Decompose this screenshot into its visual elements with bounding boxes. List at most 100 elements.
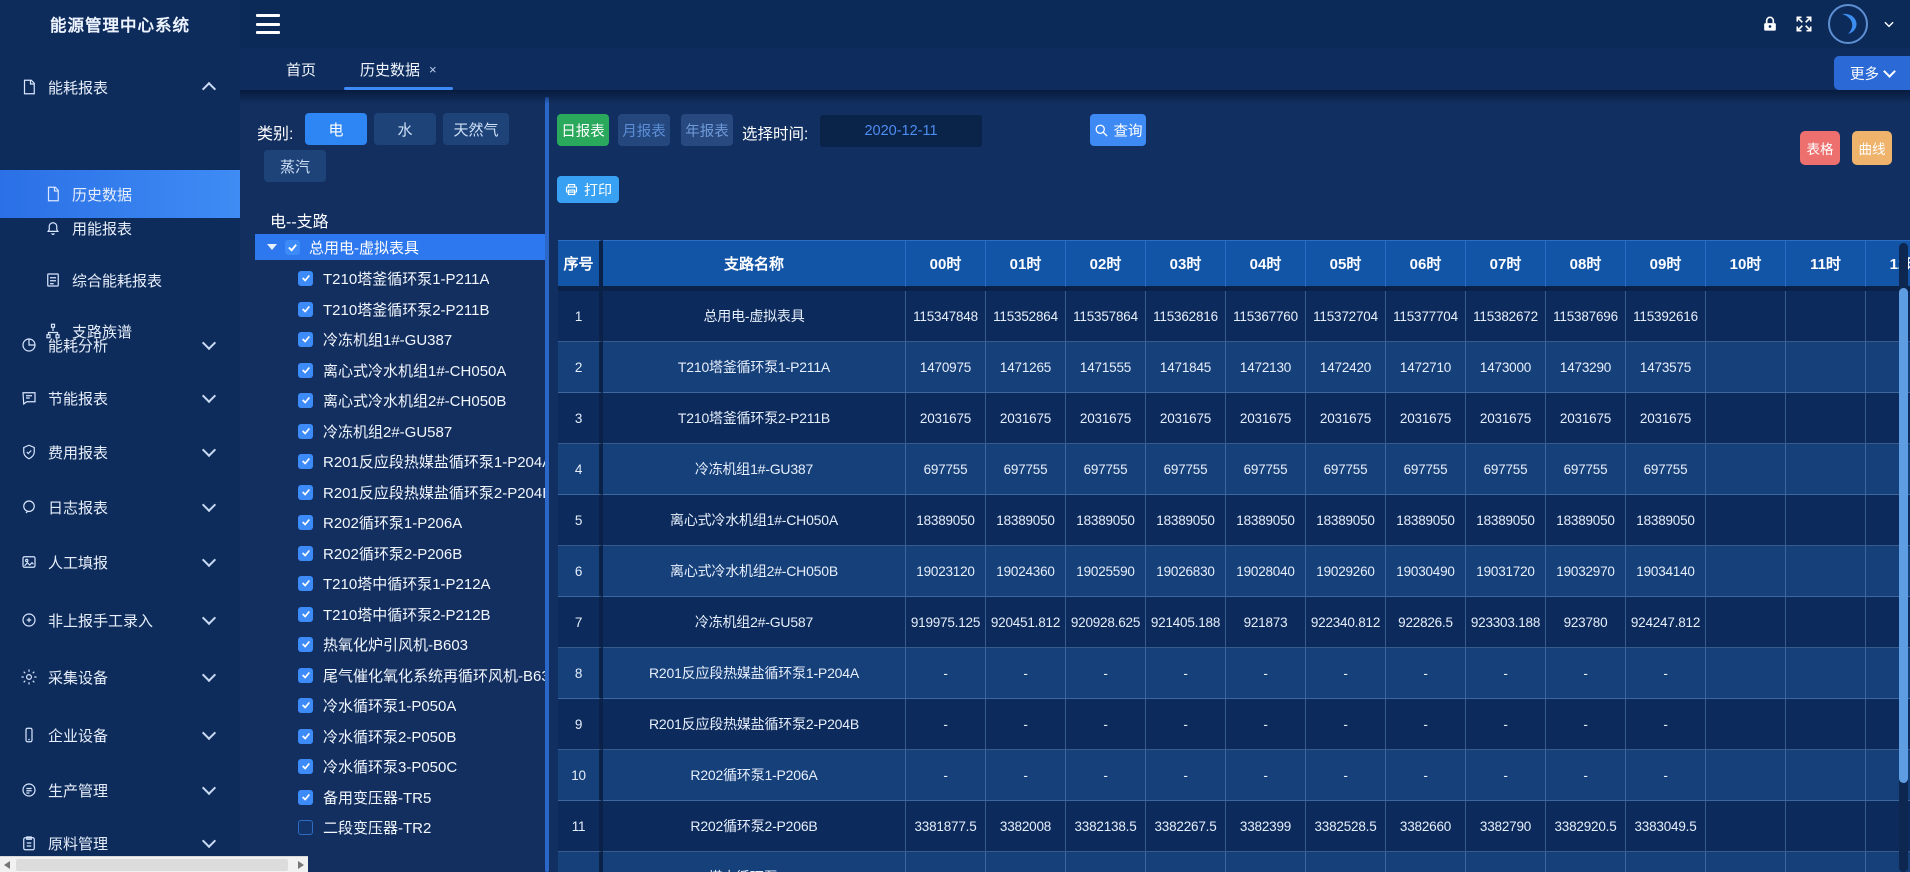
- tree-item-checkbox[interactable]: [298, 454, 313, 469]
- branch-filter-panel: 类别: 电水天然气蒸汽 电--支路 总用电-虚拟表具 T210塔釜循环泵1-P2…: [240, 90, 547, 872]
- tab-首页[interactable]: 首页: [264, 48, 338, 90]
- tree-item[interactable]: 冷水循环泵2-P050B: [298, 724, 547, 748]
- cell-branch-name: T210塔釜循环泵2-P211B: [603, 393, 906, 444]
- view-button-表格[interactable]: 表格: [1800, 131, 1840, 165]
- saving-icon: [20, 389, 38, 407]
- tree-item[interactable]: 热氧化炉引风机-B603: [298, 632, 547, 656]
- cell-hour-value: 3088561.5: [1546, 852, 1626, 872]
- tree-item[interactable]: R201反应段热媒盐循环泵1-P204A: [298, 449, 547, 473]
- tree-item-checkbox[interactable]: [298, 637, 313, 652]
- category-电[interactable]: 电: [305, 113, 367, 145]
- sidebar-item-日志报表[interactable]: 日志报表: [0, 487, 240, 527]
- horizontal-scrollbar-thumb[interactable]: [16, 859, 288, 871]
- scroll-right-arrow-icon[interactable]: [298, 861, 304, 869]
- tree-item[interactable]: 冷水循环泵1-P050A: [298, 693, 547, 717]
- query-button[interactable]: 查询: [1090, 114, 1146, 146]
- tree-item[interactable]: 二段变压器-TR2: [298, 815, 547, 839]
- tree-item-checkbox[interactable]: [298, 363, 313, 378]
- tree-item-checkbox[interactable]: [298, 790, 313, 805]
- sidebar-item-生产管理[interactable]: 生产管理: [0, 770, 240, 810]
- cell-branch-name: 总用电-虚拟表具: [603, 291, 906, 342]
- print-button[interactable]: 打印: [557, 176, 619, 203]
- tree-item[interactable]: R202循环泵2-P206B: [298, 541, 547, 565]
- category-水[interactable]: 水: [374, 113, 436, 145]
- cell-hour-value: 19029260: [1306, 546, 1386, 597]
- tree-item[interactable]: R201反应段热媒盐循环泵2-P204B: [298, 480, 547, 504]
- sidebar-item-非上报手工录入[interactable]: 非上报手工录入: [0, 600, 240, 640]
- sidebar-item-人工填报[interactable]: 人工填报: [0, 542, 240, 582]
- tree-item-checkbox[interactable]: [298, 576, 313, 591]
- scroll-left-arrow-icon[interactable]: [4, 861, 10, 869]
- cell-hour-value: 2031675: [1066, 393, 1146, 444]
- horizontal-scrollbar[interactable]: [0, 856, 308, 872]
- category-天然气[interactable]: 天然气: [443, 113, 509, 145]
- category-蒸汽[interactable]: 蒸汽: [264, 150, 326, 182]
- cell-hour-value: [1706, 291, 1786, 342]
- tree-item[interactable]: 备用变压器-TR5: [298, 785, 547, 809]
- tree-root-item[interactable]: 总用电-虚拟表具: [255, 234, 547, 260]
- more-button[interactable]: 更多: [1834, 56, 1910, 90]
- report-type-月报表[interactable]: 月报表: [618, 114, 670, 146]
- cell-hour-value: 115362816: [1146, 291, 1226, 342]
- cell-hour-value: -: [1146, 699, 1226, 750]
- cell-hour-value: 115367760: [1226, 291, 1306, 342]
- tree-root-checkbox[interactable]: [285, 240, 300, 255]
- report-type-日报表[interactable]: 日报表: [557, 114, 609, 146]
- tree-item[interactable]: 离心式冷水机组2#-CH050B: [298, 388, 547, 412]
- table-vertical-scrollbar-thumb[interactable]: [1899, 288, 1908, 783]
- tree-item-checkbox[interactable]: [298, 485, 313, 500]
- cell-hour-value: 923303.188: [1466, 597, 1546, 648]
- tree-item[interactable]: 离心式冷水机组1#-CH050A: [298, 358, 547, 382]
- sidebar-item-用能报表[interactable]: 用能报表: [0, 208, 240, 248]
- sidebar-item-采集设备[interactable]: 采集设备: [0, 657, 240, 697]
- sidebar-item-节能报表[interactable]: 节能报表: [0, 378, 240, 418]
- fullscreen-icon[interactable]: [1794, 14, 1814, 34]
- lock-icon[interactable]: [1760, 14, 1780, 34]
- category-label: 类别:: [257, 120, 293, 144]
- cell-hour-value: 1472710: [1386, 342, 1466, 393]
- tree-item-label: 备用变压器-TR5: [323, 787, 431, 808]
- hamburger-menu-icon[interactable]: [256, 14, 280, 34]
- tab-close-icon[interactable]: ×: [429, 62, 437, 77]
- tree-item[interactable]: 冷水循环泵3-P050C: [298, 754, 547, 778]
- tree-item-checkbox[interactable]: [298, 515, 313, 530]
- tree-item-checkbox[interactable]: [298, 424, 313, 439]
- tree-item-checkbox[interactable]: [298, 668, 313, 683]
- tree-item[interactable]: T210塔釜循环泵2-P211B: [298, 297, 547, 321]
- tree-item-checkbox[interactable]: [298, 607, 313, 622]
- chevron-down-icon[interactable]: [1882, 17, 1896, 31]
- tree-item-checkbox[interactable]: [298, 271, 313, 286]
- view-button-曲线[interactable]: 曲线: [1852, 131, 1892, 165]
- tree-item[interactable]: R202循环泵1-P206A: [298, 510, 547, 534]
- sidebar-item-综合能耗报表[interactable]: 综合能耗报表: [0, 260, 240, 300]
- panel-scrollbar[interactable]: [545, 97, 549, 872]
- tree-item-label: 冷水循环泵1-P050A: [323, 695, 456, 716]
- sidebar-item-能耗报表[interactable]: 能耗报表: [0, 67, 240, 107]
- tree-item-checkbox[interactable]: [298, 698, 313, 713]
- tree-item[interactable]: 冷冻机组2#-GU587: [298, 419, 547, 443]
- table-row: 12T210塔中循环泵1-P212A3087607.53087727308784…: [558, 852, 1910, 872]
- tab-历史数据[interactable]: 历史数据×: [338, 48, 459, 90]
- tree-item-checkbox[interactable]: [298, 759, 313, 774]
- tree-item[interactable]: T210塔釜循环泵1-P211A: [298, 266, 547, 290]
- tree-item-checkbox[interactable]: [298, 393, 313, 408]
- tree-item-checkbox[interactable]: [298, 546, 313, 561]
- cell-hour-value: 3381877.5: [906, 801, 986, 852]
- report-type-年报表[interactable]: 年报表: [681, 114, 733, 146]
- tree-item[interactable]: 冷冻机组1#-GU387: [298, 327, 547, 351]
- tree-item-label: T210塔釜循环泵1-P211A: [323, 268, 489, 289]
- date-input[interactable]: [820, 115, 982, 147]
- sidebar-item-费用报表[interactable]: 费用报表: [0, 432, 240, 472]
- tree-item-checkbox[interactable]: [298, 820, 313, 835]
- tree-item-checkbox[interactable]: [298, 729, 313, 744]
- caret-down-icon[interactable]: [267, 244, 277, 250]
- tree-item[interactable]: T210塔中循环泵2-P212B: [298, 602, 547, 626]
- tree-item-checkbox[interactable]: [298, 302, 313, 317]
- tree-item-checkbox[interactable]: [298, 332, 313, 347]
- avatar[interactable]: [1828, 4, 1868, 44]
- cell-hour-value: [1786, 750, 1866, 801]
- sidebar-item-能耗分析[interactable]: 能耗分析: [0, 325, 240, 365]
- tree-item[interactable]: 尾气催化氧化系统再循环风机-B63: [298, 663, 547, 687]
- tree-item[interactable]: T210塔中循环泵1-P212A: [298, 571, 547, 595]
- sidebar-item-企业设备[interactable]: 企业设备: [0, 715, 240, 755]
